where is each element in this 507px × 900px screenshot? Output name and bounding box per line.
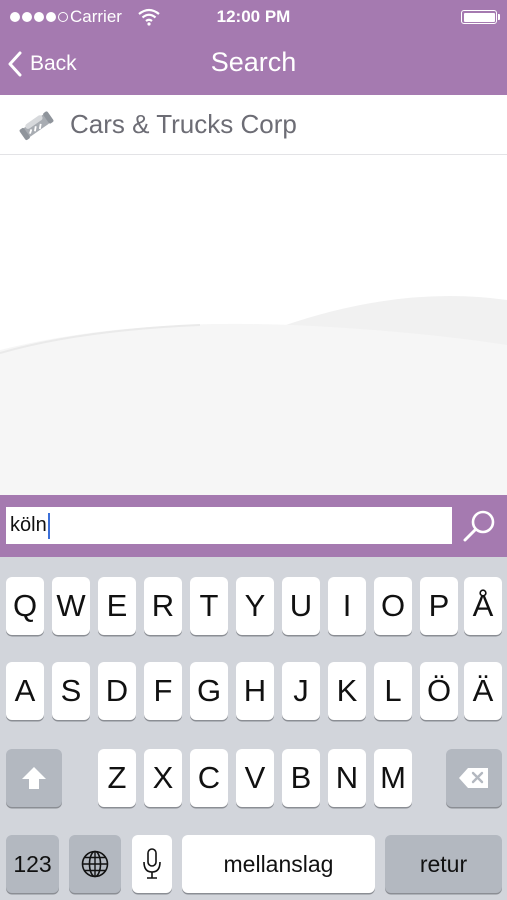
status-bar: Carrier 12:00 PM: [0, 0, 507, 34]
keyboard-row-4: 123 mellanslag retur: [0, 835, 507, 893]
key-o-umlaut[interactable]: Ö: [420, 662, 458, 720]
key-e[interactable]: E: [98, 577, 136, 635]
search-input[interactable]: köln: [6, 507, 452, 544]
content-area: [0, 155, 507, 495]
key-p[interactable]: P: [420, 577, 458, 635]
globe-key[interactable]: [69, 835, 121, 893]
key-c[interactable]: C: [190, 749, 228, 807]
key-v[interactable]: V: [236, 749, 274, 807]
battery-icon: [461, 10, 500, 24]
keyboard-row-1: Q W E R T Y U I O P Å: [0, 577, 507, 635]
key-z[interactable]: Z: [98, 749, 136, 807]
key-i[interactable]: I: [328, 577, 366, 635]
key-t[interactable]: T: [190, 577, 228, 635]
key-j[interactable]: J: [282, 662, 320, 720]
globe-icon: [81, 850, 109, 878]
key-f[interactable]: F: [144, 662, 182, 720]
key-w[interactable]: W: [52, 577, 90, 635]
search-icon[interactable]: [460, 507, 500, 545]
background-waves: [0, 296, 507, 495]
key-y[interactable]: Y: [236, 577, 274, 635]
key-b[interactable]: B: [282, 749, 320, 807]
search-bar: köln: [0, 495, 507, 557]
key-o[interactable]: O: [374, 577, 412, 635]
key-l[interactable]: L: [374, 662, 412, 720]
key-u[interactable]: U: [282, 577, 320, 635]
keyboard-row-3: Z X C V B N M: [0, 749, 507, 807]
key-x[interactable]: X: [144, 749, 182, 807]
top-bar: Carrier 12:00 PM Back Search: [0, 0, 507, 95]
return-key[interactable]: retur: [385, 835, 502, 893]
keyboard: Q W E R T Y U I O P Å A S D F G H J K L …: [0, 557, 507, 900]
key-k[interactable]: K: [328, 662, 366, 720]
key-r[interactable]: R: [144, 577, 182, 635]
result-name: Cars & Trucks Corp: [70, 109, 297, 139]
key-n[interactable]: N: [328, 749, 366, 807]
status-time: 12:00 PM: [216, 7, 291, 26]
keyboard-row-2: A S D F G H J K L Ö Ä: [0, 662, 507, 720]
page-title: Search: [210, 47, 297, 77]
shift-key[interactable]: [6, 749, 62, 807]
key-m[interactable]: M: [374, 749, 412, 807]
key-g[interactable]: G: [190, 662, 228, 720]
search-result-item[interactable]: Cars & Trucks Corp: [0, 95, 507, 155]
dictation-key[interactable]: [132, 835, 172, 893]
backspace-icon: [459, 768, 488, 788]
key-a-ring[interactable]: Å: [464, 577, 502, 635]
key-a[interactable]: A: [6, 662, 44, 720]
key-a-umlaut[interactable]: Ä: [464, 662, 502, 720]
key-q[interactable]: Q: [6, 577, 44, 635]
backspace-key[interactable]: [446, 749, 502, 807]
handshake-icon: [19, 110, 54, 140]
microphone-icon: [143, 848, 161, 879]
space-key[interactable]: mellanslag: [182, 835, 375, 893]
text-caret: [47, 512, 50, 539]
numbers-key[interactable]: 123: [6, 835, 59, 893]
key-d[interactable]: D: [98, 662, 136, 720]
shift-arrow-icon: [22, 767, 46, 789]
key-s[interactable]: S: [52, 662, 90, 720]
key-h[interactable]: H: [236, 662, 274, 720]
search-query: köln: [10, 514, 47, 536]
